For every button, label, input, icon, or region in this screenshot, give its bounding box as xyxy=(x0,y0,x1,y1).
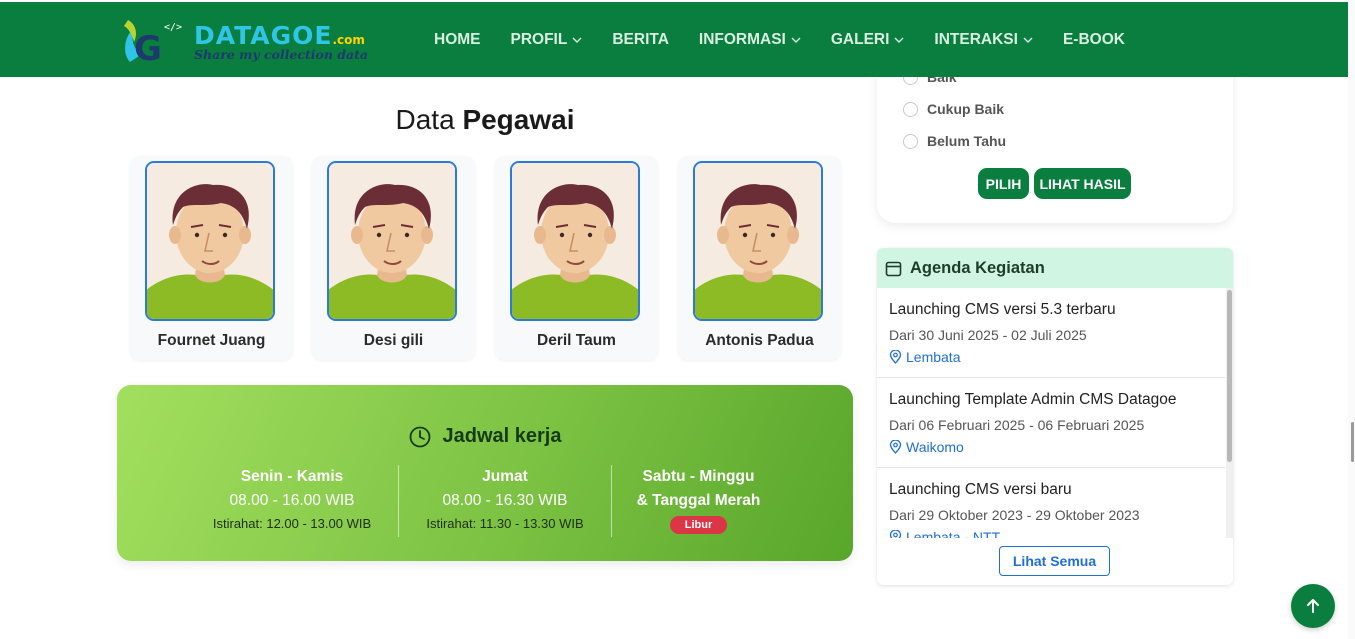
pegawai-section-title: Data Pegawai xyxy=(395,104,575,135)
agenda-item[interactable]: Launching Template Admin CMS Datagoe Dar… xyxy=(877,378,1225,468)
libur-badge: Libur xyxy=(669,516,728,534)
lihat-semua-button[interactable]: Lihat Semua xyxy=(999,546,1110,576)
agenda-title: Agenda Kegiatan xyxy=(910,258,1045,277)
jadwal-time: 08.00 - 16.00 WIB xyxy=(229,492,355,509)
location-pin-icon xyxy=(889,440,902,454)
logo-tagline: Share my collection data xyxy=(194,47,368,62)
location-pin-icon xyxy=(889,350,902,364)
poll-option-cukup-baik[interactable]: Cukup Baik xyxy=(903,101,1004,117)
logo-brand: DATAGOE.com xyxy=(194,21,365,50)
employee-avatar xyxy=(510,161,640,321)
jadwal-title: Jadwal kerja xyxy=(117,425,853,448)
agenda-item-location: Waikomo xyxy=(889,439,964,455)
nav-home[interactable]: HOME xyxy=(434,31,481,49)
chevron-down-icon xyxy=(894,37,904,43)
logo-tld: .com xyxy=(332,33,365,47)
chevron-down-icon xyxy=(791,37,801,43)
nav-informasi[interactable]: INFORMASI xyxy=(699,31,801,49)
nav-interaksi[interactable]: INTERAKSI xyxy=(934,31,1033,49)
employee-card[interactable]: Deril Taum xyxy=(495,156,658,360)
jadwal-senin-kamis: Senin - Kamis 08.00 - 16.00 WIB Istiraha… xyxy=(197,465,387,535)
pilih-button[interactable]: PILIH xyxy=(978,168,1029,199)
site-header: G </> DATAGOE.com Share my collection da… xyxy=(0,2,1348,77)
agenda-item-location: Lembata xyxy=(889,349,960,365)
jadwal-jumat: Jumat 08.00 - 16.30 WIB Istirahat: 11.30… xyxy=(410,465,600,535)
jadwal-days: Jumat xyxy=(482,468,528,485)
agenda-item[interactable]: Launching CMS versi 5.3 terbaru Dari 30 … xyxy=(877,288,1225,378)
chevron-down-icon xyxy=(572,37,582,43)
nav-ebook[interactable]: E-BOOK xyxy=(1063,31,1125,49)
employee-card[interactable]: Antonis Padua xyxy=(678,156,841,360)
jadwal-rest: Istirahat: 11.30 - 13.30 WIB xyxy=(426,516,584,531)
main-nav: HOME PROFIL BERITA INFORMASI GALERI INTE… xyxy=(434,2,1155,77)
chevron-down-icon xyxy=(1023,37,1033,43)
employee-avatar xyxy=(327,161,457,321)
employee-avatar xyxy=(693,161,823,321)
jadwal-sabtu-minggu: Sabtu - Minggu & Tanggal Merah Libur xyxy=(617,465,780,534)
jadwal-kerja-card: Jadwal kerja Senin - Kamis 08.00 - 16.00… xyxy=(117,385,853,561)
employee-name: Antonis Padua xyxy=(705,332,814,349)
jadwal-days-line2: & Tanggal Merah xyxy=(636,492,761,509)
nav-berita[interactable]: BERITA xyxy=(612,31,669,49)
jadwal-days: Senin - Kamis xyxy=(240,468,344,485)
nav-profil[interactable]: PROFIL xyxy=(511,31,583,49)
agenda-item[interactable]: Launching CMS versi baru Dari 29 Oktober… xyxy=(877,468,1225,538)
page-scrollbar[interactable] xyxy=(1348,0,1355,639)
datagoe-logo-mark: G </> xyxy=(124,20,182,66)
employee-card[interactable]: Desi gili xyxy=(312,156,475,360)
jadwal-days: Sabtu - Minggu xyxy=(642,468,755,485)
location-pin-icon xyxy=(889,530,902,538)
poll-option-belum-tahu[interactable]: Belum Tahu xyxy=(903,133,1006,149)
clock-icon xyxy=(409,426,430,447)
agenda-list[interactable]: Launching CMS versi 5.3 terbaru Dari 30 … xyxy=(877,288,1225,538)
agenda-scrollbar-thumb[interactable] xyxy=(1227,290,1232,462)
jadwal-divider xyxy=(611,465,612,537)
agenda-item-date: Dari 29 Oktober 2023 - 29 Oktober 2023 xyxy=(889,507,1140,523)
radio-button[interactable] xyxy=(903,101,918,117)
agenda-item-title[interactable]: Launching CMS versi baru xyxy=(889,481,1072,499)
agenda-item-location: Lembata - NTT xyxy=(889,529,1000,538)
calendar-icon xyxy=(885,261,902,276)
employee-avatar xyxy=(145,161,275,321)
jadwal-rest: Istirahat: 12.00 - 13.00 WIB xyxy=(212,516,372,531)
agenda-item-date: Dari 30 Juni 2025 - 02 Juli 2025 xyxy=(889,327,1087,343)
employee-name: Deril Taum xyxy=(537,332,616,349)
agenda-item-title[interactable]: Launching Template Admin CMS Datagoe xyxy=(889,391,1177,409)
nav-galeri[interactable]: GALERI xyxy=(831,31,905,49)
agenda-item-date: Dari 06 Februari 2025 - 06 Februari 2025 xyxy=(889,417,1145,433)
svg-text:</>: </> xyxy=(164,22,182,33)
employee-list: Fournet Juang Desi gili Deril Taum Anton… xyxy=(130,156,842,361)
arrow-up-icon xyxy=(1307,599,1319,613)
employee-name: Desi gili xyxy=(363,332,424,349)
back-to-top-button[interactable] xyxy=(1291,584,1335,628)
radio-button[interactable] xyxy=(903,133,918,149)
agenda-card: Agenda Kegiatan Launching CMS versi 5.3 … xyxy=(877,248,1233,585)
svg-text:G: G xyxy=(134,29,162,66)
employee-name: Fournet Juang xyxy=(157,332,266,349)
page: G </> DATAGOE.com Share my collection da… xyxy=(0,0,1355,639)
agenda-header: Agenda Kegiatan xyxy=(877,248,1233,288)
site-logo[interactable]: G </> DATAGOE.com Share my collection da… xyxy=(120,14,380,66)
page-scrollbar-thumb[interactable] xyxy=(1351,422,1354,462)
jadwal-divider xyxy=(398,465,399,537)
employee-card[interactable]: Fournet Juang xyxy=(130,156,293,360)
jadwal-time: 08.00 - 16.30 WIB xyxy=(442,492,568,509)
agenda-item-title[interactable]: Launching CMS versi 5.3 terbaru xyxy=(889,301,1116,319)
lihat-hasil-button[interactable]: LIHAT HASIL xyxy=(1034,168,1131,199)
